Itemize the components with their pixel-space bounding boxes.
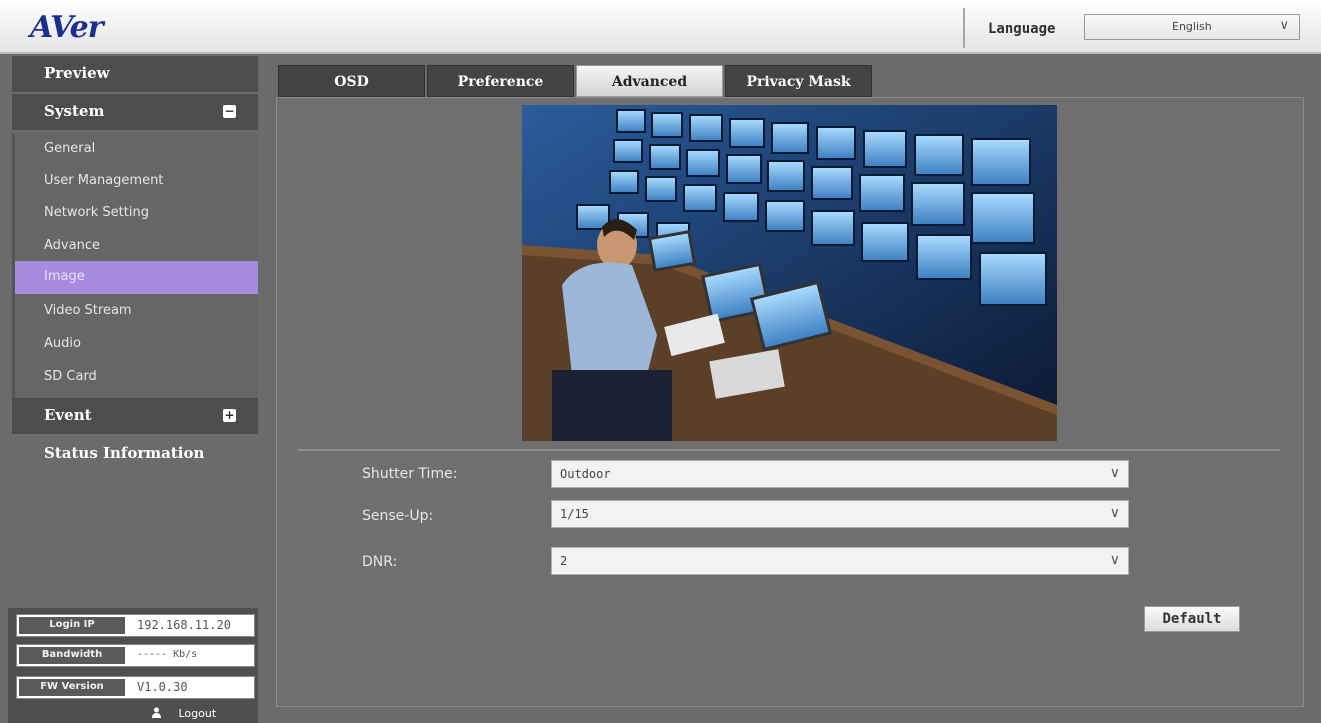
login-ip-row: Login IP 192.168.11.20 (16, 614, 255, 637)
shutter-time-label: Shutter Time: (362, 466, 458, 482)
tab-preference[interactable]: Preference (427, 65, 574, 97)
chevron-down-icon: ∨ (1109, 465, 1120, 481)
tab-privacy-mask[interactable]: Privacy Mask (725, 65, 872, 97)
sidebar-item-user-management[interactable]: User Management (15, 165, 258, 198)
sidebar-item-system[interactable]: System − (12, 94, 258, 130)
sidebar-item-sd-card[interactable]: SD Card (15, 361, 258, 394)
fw-version-row: FW Version V1.0.30 (16, 676, 255, 699)
chevron-down-icon: ∨ (1109, 552, 1120, 568)
tab-advanced[interactable]: Advanced (576, 65, 723, 97)
language-value: English (1172, 20, 1212, 33)
chevron-down-icon: ∨ (1279, 18, 1289, 33)
sidebar-item-general[interactable]: General (15, 133, 258, 166)
fw-version-value: V1.0.30 (137, 680, 188, 694)
sidebar-item-advance[interactable]: Advance (15, 230, 258, 263)
sidebar-item-preview[interactable]: Preview (12, 56, 258, 92)
system-label: System (44, 102, 105, 120)
event-label: Event (44, 406, 92, 424)
collapse-icon[interactable]: − (223, 105, 236, 118)
sidebar-item-network-setting[interactable]: Network Setting (15, 197, 258, 230)
main-panel: OSD Preference Advanced Privacy Mask Shu… (262, 56, 1321, 723)
login-ip-label: Login IP (19, 617, 125, 634)
bandwidth-row: Bandwidth ----- Kb/s (16, 644, 255, 667)
chevron-down-icon: ∨ (1109, 505, 1120, 521)
bandwidth-label: Bandwidth (19, 647, 125, 664)
language-label: Language (988, 21, 1056, 37)
preview-label: Preview (44, 64, 110, 82)
dnr-value: 2 (560, 554, 568, 568)
fw-version-label: FW Version (19, 679, 125, 696)
sense-up-select[interactable]: 1/15 ∨ (551, 500, 1129, 528)
default-button[interactable]: Default (1144, 606, 1240, 632)
sidebar-item-event[interactable]: Event + (12, 398, 258, 434)
control-room-picture (522, 105, 1057, 441)
logout-link[interactable]: Logout (152, 707, 216, 720)
shutter-time-select[interactable]: Outdoor ∨ (551, 460, 1129, 488)
sidebar-item-status-information[interactable]: Status Information (12, 436, 258, 472)
aver-logo: AVer (30, 10, 104, 45)
bandwidth-value: ----- Kb/s (137, 649, 198, 660)
status-information-label: Status Information (44, 444, 205, 462)
divider (963, 8, 965, 48)
dnr-label: DNR: (362, 554, 398, 570)
shutter-time-value: Outdoor (560, 467, 611, 481)
camera-preview-image (522, 105, 1057, 441)
user-icon (152, 707, 161, 718)
sidebar-item-video-stream[interactable]: Video Stream (15, 295, 258, 328)
dnr-select[interactable]: 2 ∨ (551, 547, 1129, 575)
top-bar: AVer Language English ∨ (0, 0, 1321, 54)
tab-osd[interactable]: OSD (278, 65, 425, 97)
system-submenu: General User Management Network Setting … (12, 133, 258, 398)
sidebar-item-image[interactable]: Image (15, 261, 258, 294)
sense-up-value: 1/15 (560, 507, 589, 521)
expand-icon[interactable]: + (223, 409, 236, 422)
info-panel: Login IP 192.168.11.20 Bandwidth ----- K… (8, 608, 258, 723)
sense-up-label: Sense-Up: (362, 508, 434, 524)
advanced-settings-panel: Shutter Time: Outdoor ∨ Sense-Up: 1/15 ∨… (276, 97, 1304, 707)
login-ip-value: 192.168.11.20 (137, 618, 231, 632)
sidebar: Preview System − General User Management… (0, 56, 261, 723)
language-select[interactable]: English ∨ (1084, 14, 1300, 40)
sidebar-item-audio[interactable]: Audio (15, 328, 258, 361)
logout-label: Logout (178, 707, 217, 720)
divider (298, 449, 1280, 451)
